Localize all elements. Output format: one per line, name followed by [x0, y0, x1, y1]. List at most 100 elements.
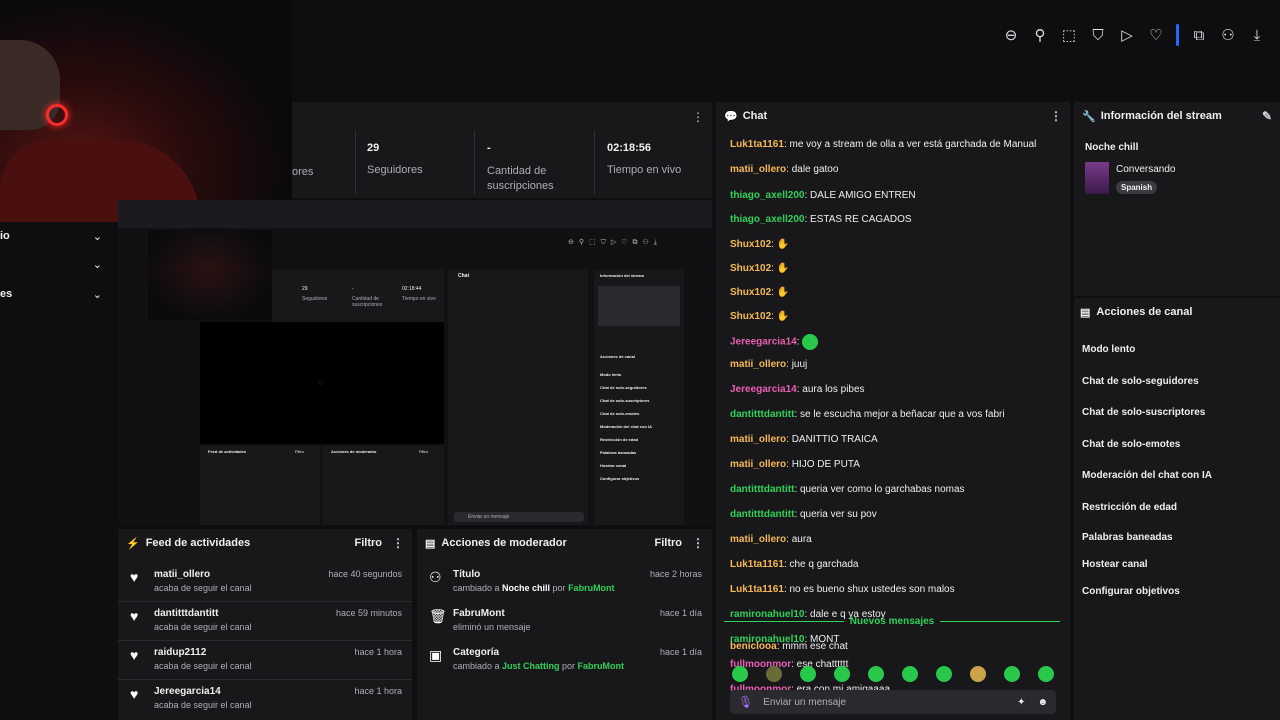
- preview-action-item: Chat de solo-seguidores: [600, 385, 647, 390]
- stats-menu-icon[interactable]: ⋮: [692, 110, 704, 124]
- headphone-light-icon: [46, 104, 68, 126]
- zoom-out-icon[interactable]: ⊖: [1000, 24, 1022, 46]
- action-goals[interactable]: Configurar objetivos: [1074, 577, 1280, 605]
- sidebar-item[interactable]: ⌄: [0, 258, 112, 271]
- emote-icon[interactable]: [970, 666, 986, 682]
- chat-menu-icon[interactable]: ⋮: [1050, 109, 1062, 123]
- activity-feed-header: ⚡ Feed de actividades Filtro ⋮: [118, 529, 412, 557]
- chat-username[interactable]: dantitttdantitt: [730, 409, 794, 420]
- preview-mod: Acciones de moderador Filtro: [323, 446, 444, 525]
- chat-message: Shux102: ✋: [730, 239, 790, 250]
- wrench-icon: 🔧: [1082, 110, 1096, 123]
- mod-filter-button[interactable]: Filtro: [655, 537, 683, 549]
- emote-icon[interactable]: [834, 666, 850, 682]
- stream-info-panel: 🔧 Información del stream ✎ Noche chill C…: [1074, 102, 1280, 296]
- top-toolbar: ⊖ ⚲ ⬚ ⛉ ▷ ♡ ⧉ ⚇ ⤓: [1000, 24, 1268, 46]
- action-banned-words[interactable]: Palabras baneadas: [1074, 523, 1280, 551]
- chat-username[interactable]: beniclooa: [730, 641, 777, 652]
- log-icon: ▤: [425, 537, 436, 550]
- feed-item-name[interactable]: matii_ollero: [154, 569, 252, 580]
- chat-username[interactable]: matii_ollero: [730, 459, 786, 470]
- chat-username[interactable]: Luk1ta1161: [730, 559, 784, 570]
- stream-preview[interactable]: ⊖⚲⬚⛉▷♡⧉⚇⤓ 29 Seguidores - Cantidad de su…: [118, 200, 712, 525]
- action-ai-moderation[interactable]: Moderación del chat con IA: [1074, 460, 1280, 492]
- category-name[interactable]: Conversando: [1116, 164, 1175, 175]
- preview-stat-value: -: [352, 286, 354, 292]
- chat-username[interactable]: thiago_axell200: [730, 214, 804, 225]
- emote-picker-icon[interactable]: ☻: [1037, 697, 1048, 708]
- emote-icon[interactable]: [1038, 666, 1054, 682]
- emote-icon[interactable]: [936, 666, 952, 682]
- shield-icon[interactable]: ⛉: [1087, 24, 1109, 46]
- pin-icon[interactable]: ⚲: [1029, 24, 1051, 46]
- feed-filter-button[interactable]: Filtro: [355, 537, 383, 549]
- chat-message: matii_ollero: dale gatoo: [730, 164, 839, 175]
- microphone-icon[interactable]: 🎙: [738, 695, 753, 709]
- chat-username[interactable]: Luk1ta1161: [730, 584, 784, 595]
- stat-followers-partial: ores: [292, 166, 314, 178]
- crop-icon[interactable]: ⬚: [1058, 24, 1080, 46]
- action-slow-mode[interactable]: Modo lento: [1074, 334, 1280, 366]
- chat-input[interactable]: 🎙 Enviar un mensaje ✦ ☻: [730, 690, 1056, 714]
- sidebar-item[interactable]: es ⌄: [0, 288, 112, 301]
- emote-icon[interactable]: [732, 666, 748, 682]
- feed-menu-icon[interactable]: ⋮: [392, 536, 404, 550]
- chat-username[interactable]: matii_ollero: [730, 164, 786, 175]
- activity-feed-list: ♥ matii_olleroacaba de seguir el canal h…: [118, 563, 412, 719]
- preview-stat-label: Seguidores: [302, 296, 328, 302]
- preview-mod-title: Acciones de moderador: [331, 449, 377, 454]
- feed-item-time: hace 40 segundos: [328, 569, 402, 579]
- feed-item-name[interactable]: dantitttdantitt: [154, 608, 252, 619]
- feed-item-time: hace 1 hora: [354, 686, 402, 696]
- heart-icon[interactable]: ♡: [1145, 24, 1167, 46]
- chat-username[interactable]: matii_ollero: [730, 359, 786, 370]
- preview-chat-input-placeholder: Enviar un mensaje: [468, 514, 510, 520]
- new-messages-divider[interactable]: Nuevos mensajes: [724, 616, 1060, 627]
- chat-message: matii_ollero: juuj: [730, 359, 808, 370]
- emote-icon[interactable]: [800, 666, 816, 682]
- chat-username[interactable]: Shux102: [730, 287, 771, 298]
- chat-username[interactable]: Jereegarcia14: [730, 384, 797, 395]
- action-host-channel[interactable]: Hostear canal: [1074, 551, 1280, 577]
- emote-icon[interactable]: [1004, 666, 1020, 682]
- language-tag[interactable]: Spanish: [1116, 181, 1158, 194]
- chat-username[interactable]: Luk1ta1161: [730, 139, 784, 150]
- mod-item-name[interactable]: FabruMont: [453, 608, 531, 619]
- chat-text: HIJO DE PUTA: [791, 459, 860, 470]
- action-age-restriction[interactable]: Restricción de edad: [1074, 492, 1280, 524]
- extension-icon[interactable]: ⧉: [1188, 24, 1210, 46]
- edit-icon[interactable]: ✎: [1262, 109, 1272, 123]
- left-sidebar: io ⌄ ⌄ es ⌄: [0, 222, 112, 312]
- bits-icon[interactable]: ✦: [1017, 697, 1025, 708]
- chat-username[interactable]: Shux102: [730, 239, 771, 250]
- stat-divider: [355, 130, 356, 194]
- chat-username[interactable]: thiago_axell200: [730, 190, 804, 201]
- feed-item-sub: acaba de seguir el canal: [154, 622, 252, 632]
- feed-item-name[interactable]: raidup2112: [154, 647, 252, 658]
- sidebar-item[interactable]: io ⌄: [0, 230, 112, 243]
- stream-title: Noche chill: [1085, 142, 1139, 153]
- category-thumbnail: [1085, 162, 1109, 194]
- chat-username[interactable]: Jereegarcia14: [730, 337, 797, 348]
- chat-username[interactable]: Shux102: [730, 263, 771, 274]
- chat-username[interactable]: matii_ollero: [730, 534, 786, 545]
- chat-username[interactable]: Shux102: [730, 311, 771, 322]
- emote-icon[interactable]: [902, 666, 918, 682]
- preview-title-bar: [118, 200, 712, 228]
- send-icon[interactable]: ▷: [1116, 24, 1138, 46]
- chat-username[interactable]: dantitttdantitt: [730, 484, 794, 495]
- stat-uptime: 02:18:56 Tiempo en vivo: [607, 142, 681, 176]
- chat-username[interactable]: dantitttdantitt: [730, 509, 794, 520]
- emote-icon[interactable]: [868, 666, 884, 682]
- download-icon[interactable]: ⤓: [1246, 24, 1268, 46]
- emote-icon[interactable]: [766, 666, 782, 682]
- mod-menu-icon[interactable]: ⋮: [692, 536, 704, 550]
- action-subs-only[interactable]: Chat de solo-suscriptores: [1074, 397, 1280, 429]
- action-followers-only[interactable]: Chat de solo-seguidores: [1074, 366, 1280, 398]
- feed-item-name[interactable]: Jereegarcia14: [154, 686, 252, 697]
- chat-message: dantitttdantitt: queria ver su pov: [730, 509, 877, 520]
- action-emotes-only[interactable]: Chat de solo-emotes: [1074, 429, 1280, 461]
- profile-icon[interactable]: ⚇: [1217, 24, 1239, 46]
- heart-icon: ♥: [130, 686, 139, 702]
- chat-username[interactable]: matii_ollero: [730, 434, 786, 445]
